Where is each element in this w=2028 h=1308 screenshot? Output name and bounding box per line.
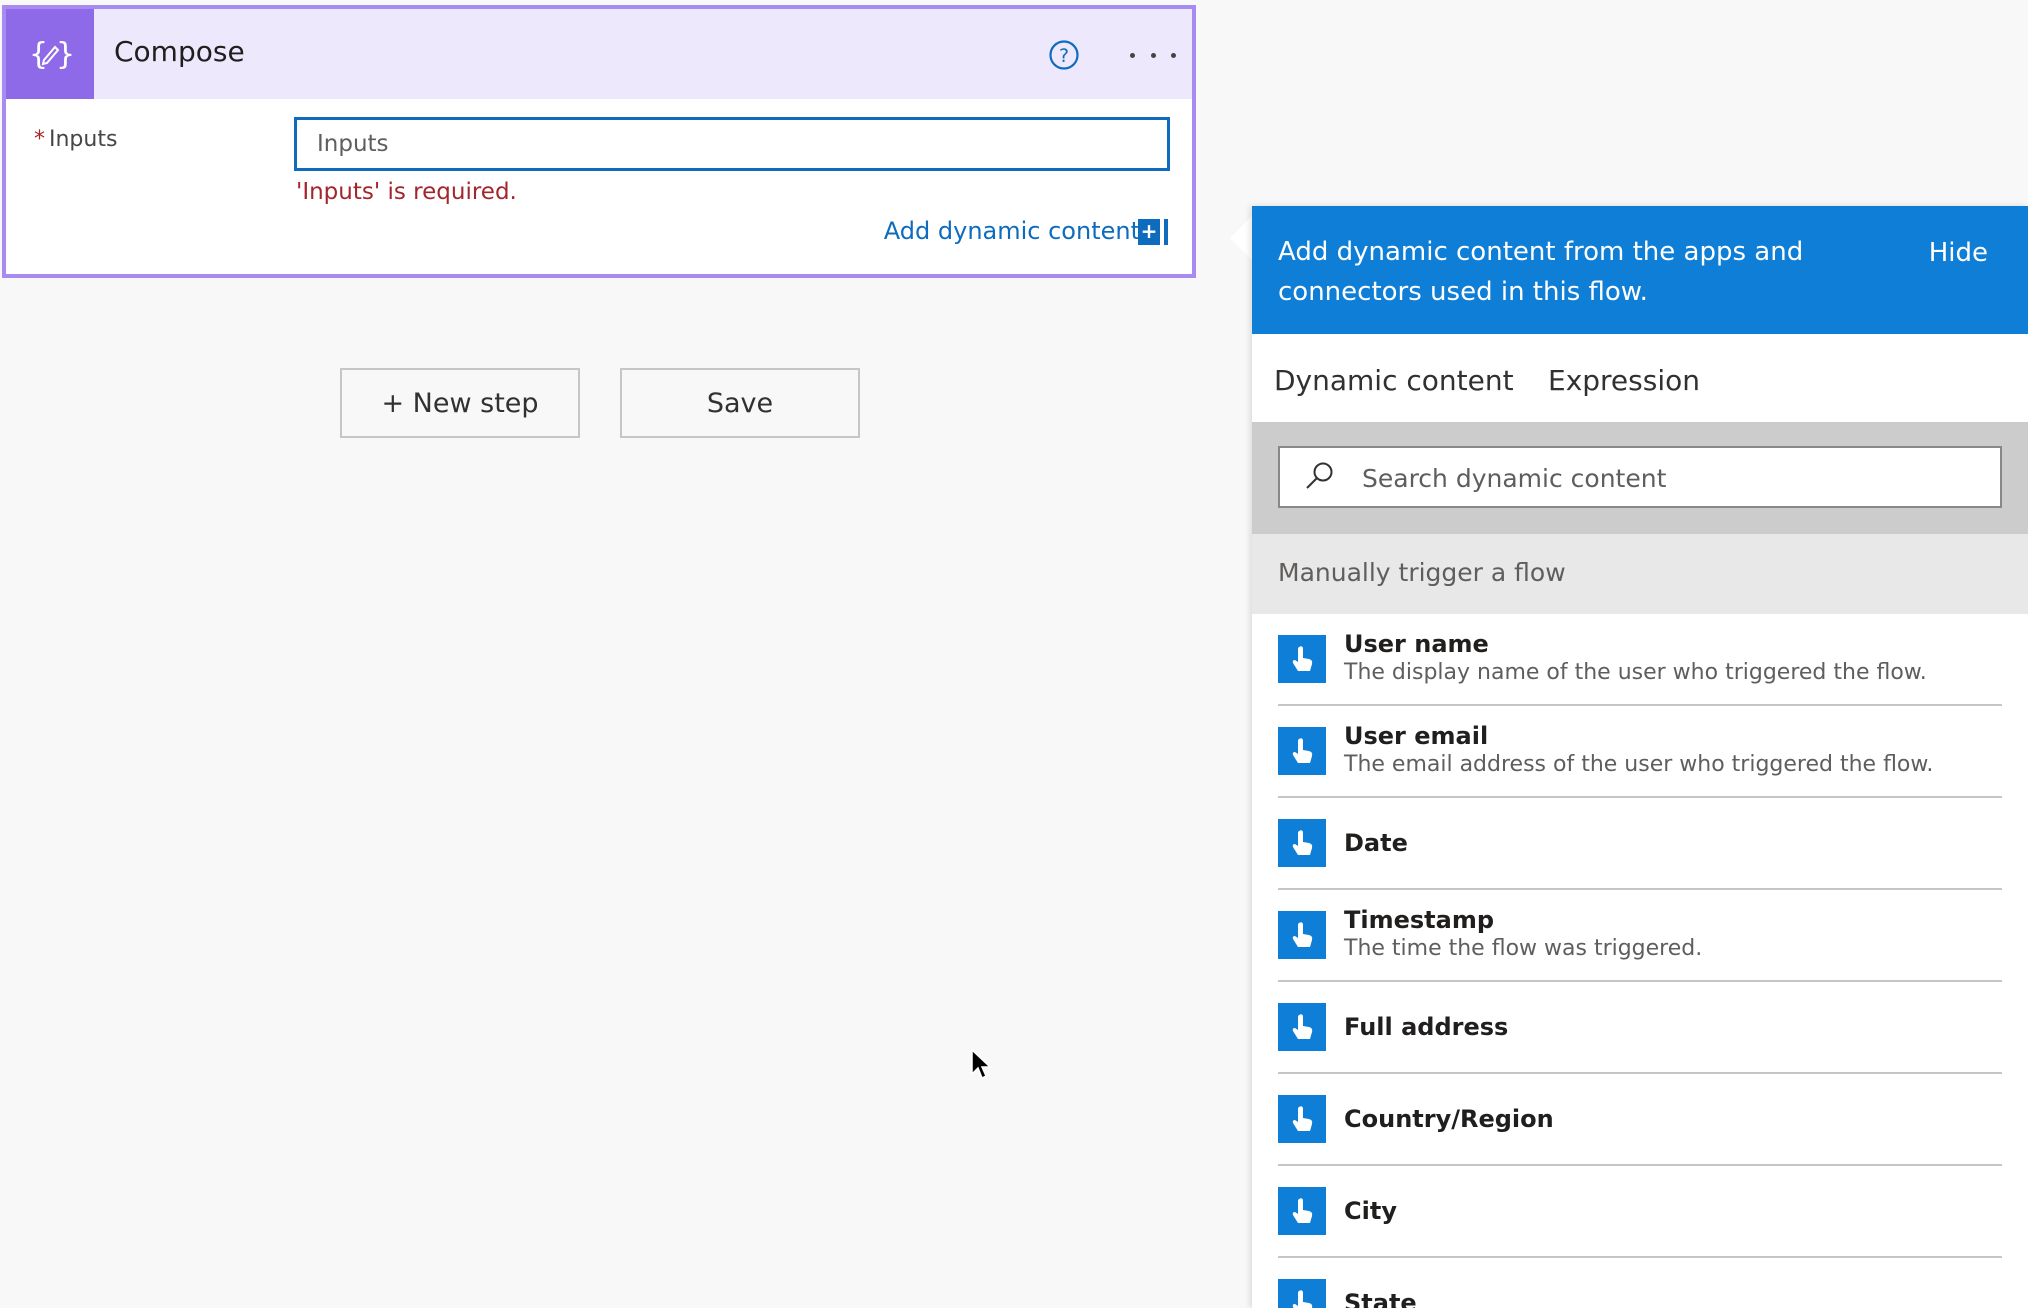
tab-dynamic-content[interactable]: Dynamic content <box>1274 364 1514 397</box>
section-header: Manually trigger a flow <box>1252 534 2028 614</box>
touch-trigger-icon <box>1278 1279 1326 1308</box>
svg-text:{: { <box>29 37 48 72</box>
plus-icon: + <box>1138 219 1160 245</box>
dynamic-item-user-email[interactable]: User email The email address of the user… <box>1278 706 2002 798</box>
item-title: City <box>1344 1197 1397 1225</box>
item-title: User name <box>1344 630 1489 658</box>
item-title: Country/Region <box>1344 1105 1554 1133</box>
help-icon[interactable]: ? <box>1048 39 1080 71</box>
touch-trigger-icon <box>1278 727 1326 775</box>
item-description: The display name of the user who trigger… <box>1344 660 1927 685</box>
touch-trigger-icon <box>1278 1095 1326 1143</box>
compose-card-header[interactable]: { } Compose ? <box>6 9 1192 99</box>
dynamic-content-panel: Add dynamic content from the apps and co… <box>1252 206 2028 1308</box>
item-title: Date <box>1344 829 1408 857</box>
save-button[interactable]: Save <box>620 368 860 438</box>
dynamic-content-tabs: Dynamic content Expression <box>1252 334 2028 428</box>
search-area <box>1252 422 2028 534</box>
dynamic-item-city[interactable]: City <box>1278 1166 2002 1258</box>
dynamic-content-list: User name The display name of the user w… <box>1278 614 2002 1308</box>
search-box[interactable] <box>1278 446 2002 508</box>
compose-card: { } Compose ? *Inputs 'Inputs' is requir… <box>2 5 1196 278</box>
add-dynamic-content-link[interactable]: Add dynamic content <box>884 217 1140 245</box>
svg-text:?: ? <box>1059 45 1069 67</box>
tab-expression[interactable]: Expression <box>1548 364 1700 397</box>
dynamic-item-user-name[interactable]: User name The display name of the user w… <box>1278 614 2002 706</box>
search-icon <box>1306 462 1333 489</box>
add-dynamic-content-icon[interactable]: + <box>1138 219 1168 245</box>
new-step-button[interactable]: + New step <box>340 368 580 438</box>
more-options-icon[interactable] <box>1130 37 1176 73</box>
search-dynamic-content-input[interactable] <box>1360 448 1984 508</box>
item-title: Full address <box>1344 1013 1509 1041</box>
item-title: User email <box>1344 722 1489 750</box>
dynamic-item-date[interactable]: Date <box>1278 798 2002 890</box>
dynamic-content-header: Add dynamic content from the apps and co… <box>1252 206 2028 334</box>
item-description: The time the flow was triggered. <box>1344 936 1703 961</box>
dynamic-item-country-region[interactable]: Country/Region <box>1278 1074 2002 1166</box>
section-title: Manually trigger a flow <box>1278 558 1566 587</box>
touch-trigger-icon <box>1278 635 1326 683</box>
dynamic-content-header-text: Add dynamic content from the apps and co… <box>1278 237 1804 307</box>
touch-trigger-icon <box>1278 1003 1326 1051</box>
inputs-error-message: 'Inputs' is required. <box>296 179 517 205</box>
dynamic-item-state[interactable]: State <box>1278 1258 2002 1308</box>
inputs-field[interactable] <box>294 117 1170 171</box>
touch-trigger-icon <box>1278 911 1326 959</box>
panel-pointer <box>1230 216 1252 260</box>
touch-trigger-icon <box>1278 1187 1326 1235</box>
item-description: The email address of the user who trigge… <box>1344 752 1934 777</box>
inputs-label: * Inputs <box>34 127 117 152</box>
item-title: Timestamp <box>1344 906 1495 934</box>
compose-title: Compose <box>114 35 245 68</box>
item-title: State <box>1344 1289 1417 1308</box>
touch-trigger-icon <box>1278 819 1326 867</box>
hide-button[interactable]: Hide <box>1929 238 1988 268</box>
inputs-label-text: Inputs <box>49 127 118 152</box>
svg-text:}: } <box>56 37 73 72</box>
compose-action-icon: { } <box>6 9 94 99</box>
required-marker: * <box>34 127 45 152</box>
dynamic-item-full-address[interactable]: Full address <box>1278 982 2002 1074</box>
mouse-cursor-icon <box>971 1048 992 1080</box>
dynamic-item-timestamp[interactable]: Timestamp The time the flow was triggere… <box>1278 890 2002 982</box>
